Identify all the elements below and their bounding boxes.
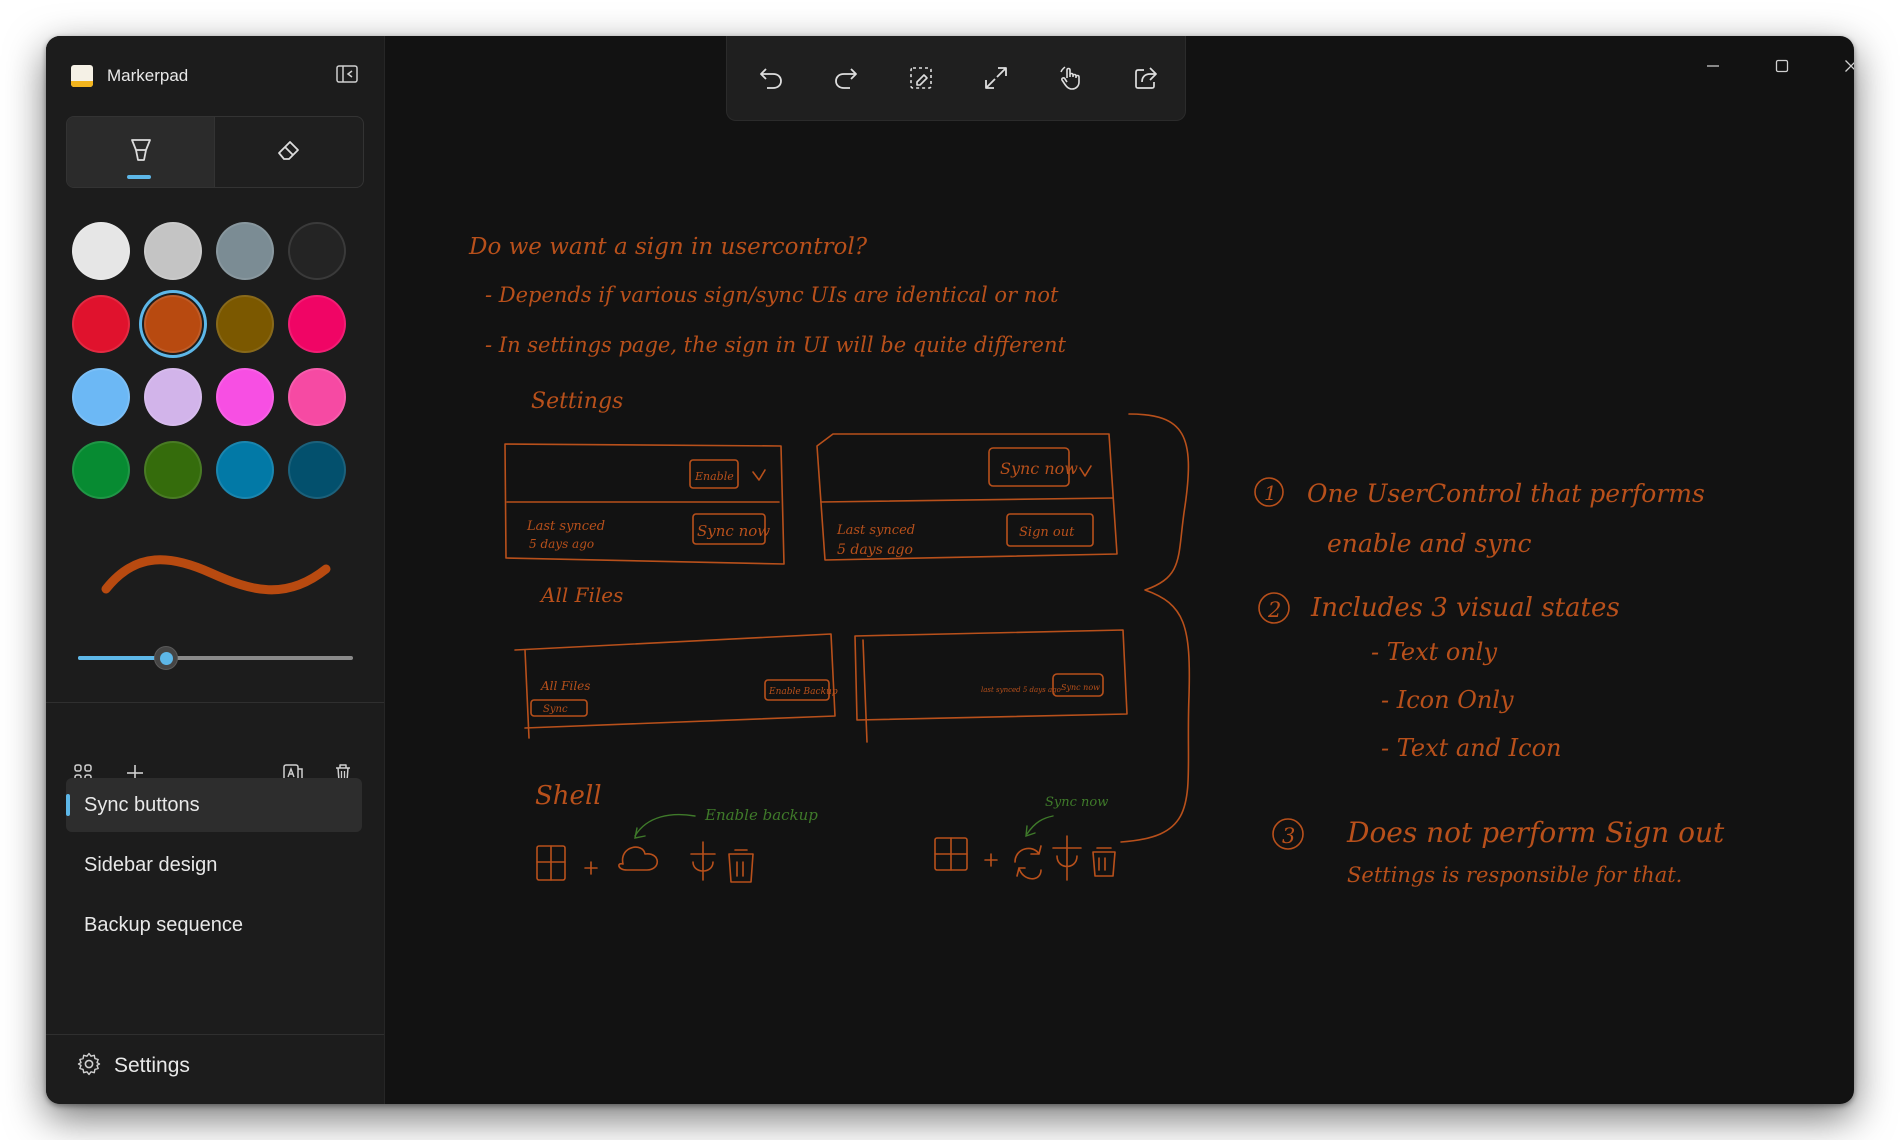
sketch-enable-backup-small: Enable Backup [768, 687, 838, 697]
gear-icon [76, 1051, 102, 1082]
note-sync-now-green: Sync now [1045, 795, 1108, 810]
color-swatch[interactable] [288, 295, 346, 353]
page-item-backup-sequence[interactable]: Backup sequence [66, 898, 362, 952]
redo-icon[interactable] [829, 61, 863, 95]
note-r3b: Settings is responsible for that. [1347, 863, 1682, 887]
sketch-sync-now: Sync now [697, 522, 770, 540]
sketch-last-synced-small: last synced 5 days ago [981, 686, 1061, 694]
select-icon[interactable] [904, 61, 938, 95]
note-r2c: - Text and Icon [1381, 734, 1561, 762]
color-swatch[interactable] [144, 368, 202, 426]
page-item-label: Sync buttons [84, 794, 200, 816]
share-icon[interactable] [1129, 61, 1163, 95]
note-r3a: Does not perform Sign out [1346, 816, 1725, 849]
page-item-label: Sidebar design [84, 854, 218, 876]
sketch-sign-out: Sign out [1019, 525, 1075, 540]
tab-eraser[interactable] [215, 117, 362, 187]
tab-marker[interactable] [67, 117, 215, 187]
minimize-icon[interactable] [1688, 44, 1738, 88]
sidebar: Markerpad Sync buttons Sidebar design Ba… [46, 36, 385, 1104]
page-item-label: Backup sequence [84, 914, 244, 936]
active-page-indicator [66, 794, 70, 816]
stroke-size-slider[interactable] [78, 646, 353, 670]
app-logo-icon [71, 65, 93, 87]
note-r2b: - Icon Only [1381, 686, 1514, 714]
sketch-days-ago-2: 5 days ago [837, 542, 913, 558]
sidebar-divider [46, 702, 384, 703]
note-r1a: One UserControl that performs [1307, 479, 1705, 508]
sidebar-divider [46, 1034, 384, 1035]
touch-icon[interactable] [1054, 61, 1088, 95]
color-swatch[interactable] [144, 295, 202, 353]
color-swatch[interactable] [216, 368, 274, 426]
color-swatch[interactable] [72, 441, 130, 499]
eraser-icon [275, 136, 303, 169]
marker-icon [127, 136, 155, 169]
sketch-shell-icons-2: Sync now [934, 795, 1116, 881]
page-item-sidebar-design[interactable]: Sidebar design [66, 838, 362, 892]
color-swatch[interactable] [288, 441, 346, 499]
note-number-3: 3 [1282, 824, 1295, 848]
curly-brace [1120, 413, 1191, 843]
sketch-all-files-2: last synced 5 days ago Sync now [854, 629, 1128, 743]
sketch-last-synced-2: Last synced [836, 523, 915, 538]
color-swatch[interactable] [216, 441, 274, 499]
note-enable-backup-green: Enable backup [704, 806, 818, 824]
note-line-1: Do we want a sign in usercontrol? [468, 234, 868, 260]
color-swatch[interactable] [216, 222, 274, 280]
color-swatch[interactable] [72, 222, 130, 280]
note-number-1: 1 [1264, 481, 1277, 505]
note-number-2: 2 [1267, 598, 1281, 622]
sketch-settings-enable: Enable Last synced 5 days ago Sync now [504, 443, 785, 565]
tool-tabs [66, 116, 364, 188]
settings-label: Settings [114, 1054, 190, 1077]
page-item-sync-buttons[interactable]: Sync buttons [66, 778, 362, 832]
color-swatch[interactable] [144, 222, 202, 280]
app-name: Markerpad [107, 66, 189, 85]
sketch-all-files-1: All Files Sync Enable Backup [514, 633, 838, 739]
note-r2a: - Text only [1371, 638, 1497, 666]
note-r1b: enable and sync [1327, 529, 1532, 558]
collapse-sidebar-icon[interactable] [332, 59, 362, 89]
sketch-sync-small: Sync [543, 704, 568, 715]
sketch-settings-sync: Sync now Last synced 5 days ago Sign out [816, 433, 1118, 561]
expand-icon[interactable] [979, 61, 1013, 95]
sketch-shell-icons-1: Enable backup [536, 806, 818, 883]
stroke-preview [101, 555, 331, 595]
color-swatch[interactable] [216, 295, 274, 353]
note-shell: Shell [535, 781, 602, 811]
canvas-toolbar [726, 36, 1186, 121]
close-icon[interactable] [1826, 44, 1854, 88]
note-r2: Includes 3 visual states [1310, 593, 1620, 623]
sketch-sync-now-2: Sync now [1000, 459, 1078, 478]
color-swatch[interactable] [72, 295, 130, 353]
sketch-last-synced: Last synced [526, 519, 605, 534]
sketch-enable-label: Enable [694, 470, 734, 483]
slider-fill [78, 656, 166, 660]
sketch-all-files-small: All Files [540, 679, 590, 693]
color-swatch[interactable] [288, 222, 346, 280]
maximize-icon[interactable] [1757, 44, 1807, 88]
app-window: Markerpad Sync buttons Sidebar design Ba… [46, 36, 1854, 1104]
color-swatch[interactable] [72, 368, 130, 426]
sketch-sync-now-small: Sync now [1061, 683, 1100, 692]
drawing-canvas[interactable]: Do we want a sign in usercontrol? - Depe… [385, 36, 1854, 1104]
note-all-files: All Files [539, 583, 623, 607]
note-line-3: - In settings page, the sign in UI will … [485, 333, 1066, 357]
color-swatch[interactable] [144, 441, 202, 499]
sketch-days-ago: 5 days ago [529, 537, 594, 551]
tab-selected-indicator [127, 175, 151, 179]
slider-thumb[interactable] [154, 646, 178, 670]
note-settings-label: Settings [531, 389, 623, 414]
app-title: Markerpad [71, 62, 188, 90]
note-line-2: - Depends if various sign/sync UIs are i… [485, 283, 1059, 307]
settings-button[interactable]: Settings [76, 1050, 190, 1082]
undo-icon[interactable] [754, 61, 788, 95]
color-swatch[interactable] [288, 368, 346, 426]
